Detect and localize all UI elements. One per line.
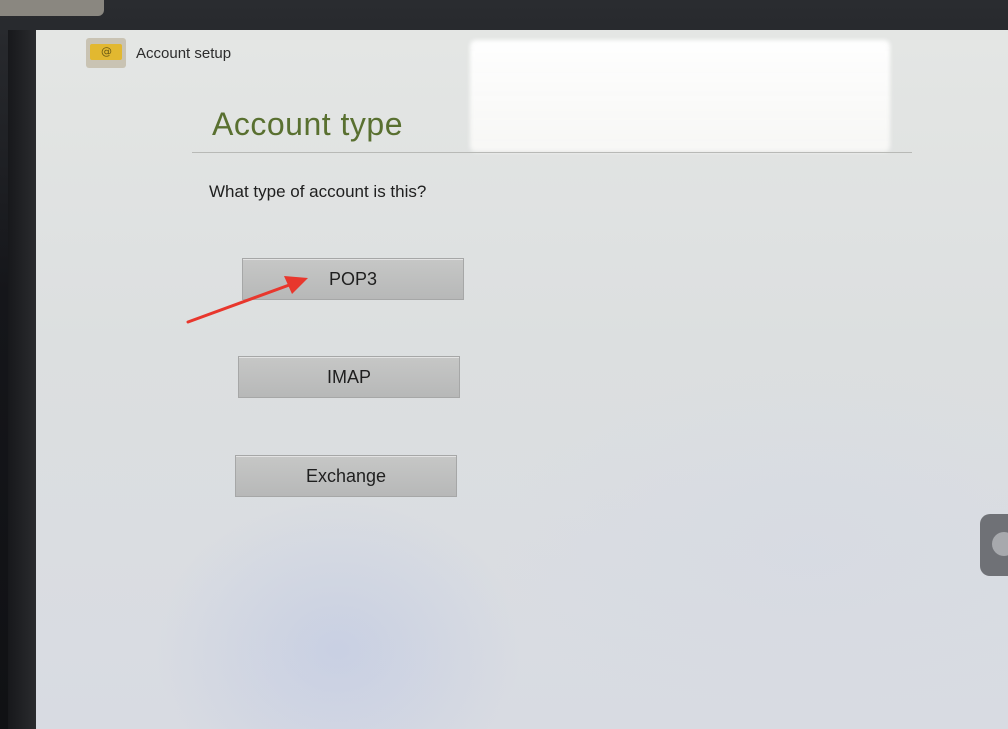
mail-envelope-icon[interactable]: @ bbox=[86, 38, 126, 68]
screen-glare bbox=[470, 40, 890, 152]
red-arrow-pointer-icon bbox=[186, 276, 308, 324]
imap-button[interactable]: IMAP bbox=[238, 356, 460, 398]
exchange-button[interactable]: Exchange bbox=[235, 455, 457, 497]
title-divider bbox=[192, 152, 912, 153]
tablet-left-bezel bbox=[8, 30, 36, 729]
at-sign-glyph: @ bbox=[101, 45, 112, 58]
photo-corner-object bbox=[0, 0, 104, 16]
page-title: Account type bbox=[212, 106, 403, 142]
action-bar-title: Account setup bbox=[136, 45, 232, 62]
account-type-question: What type of account is this? bbox=[209, 182, 427, 201]
handle-knob bbox=[992, 532, 1008, 556]
side-navigation-handle[interactable] bbox=[980, 514, 1008, 576]
arrow-shaft bbox=[186, 282, 294, 324]
